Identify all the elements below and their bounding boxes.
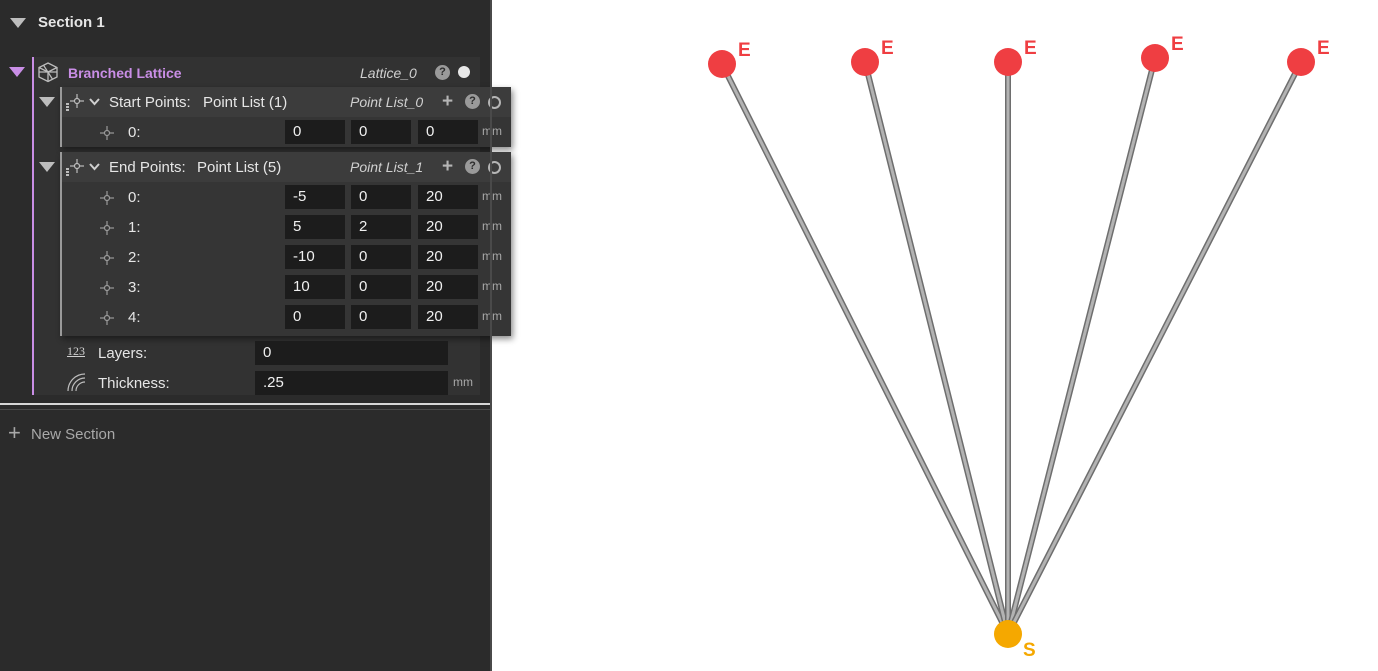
- end-points-collapse-icon[interactable]: [39, 162, 55, 172]
- point-index: 3:: [128, 279, 141, 296]
- section-collapse-icon[interactable]: [10, 18, 26, 28]
- lattice-cube-icon: [38, 62, 58, 83]
- end-point-marker[interactable]: [994, 48, 1022, 76]
- end-point-z-input[interactable]: [418, 245, 478, 269]
- start-point-x-input[interactable]: [285, 120, 345, 144]
- end-point-x-input[interactable]: [285, 305, 345, 329]
- end-point-label: E: [1171, 34, 1184, 55]
- end-point-x-input[interactable]: [285, 275, 345, 299]
- unit-label: mm: [453, 375, 473, 389]
- end-point-x-input[interactable]: [285, 245, 345, 269]
- end-point-z-input[interactable]: [418, 215, 478, 239]
- strut: [863, 60, 1010, 636]
- end-point-x-input[interactable]: [285, 215, 345, 239]
- end-point-x-input[interactable]: [285, 185, 345, 209]
- start-points-collapse-icon[interactable]: [39, 97, 55, 107]
- end-point-z-input[interactable]: [418, 305, 478, 329]
- point-icon: [100, 221, 114, 235]
- thickness-input[interactable]: [255, 371, 448, 395]
- end-points-expand-chevron-icon[interactable]: [89, 162, 100, 171]
- point-index: 0:: [128, 124, 141, 141]
- point-icon: [100, 311, 114, 325]
- end-point-y-input[interactable]: [351, 275, 411, 299]
- start-points-label: Start Points:: [109, 94, 191, 111]
- lattice-viewport[interactable]: E E E E E S: [492, 0, 1378, 671]
- lattice-help-icon[interactable]: ?: [435, 65, 450, 80]
- end-point-label: E: [738, 40, 751, 61]
- start-points-instance-name[interactable]: Point List_0: [350, 94, 423, 110]
- end-point-y-input[interactable]: [351, 305, 411, 329]
- layers-input[interactable]: [255, 341, 448, 365]
- end-points-type: Point List (5): [197, 159, 282, 176]
- lattice-collapse-icon[interactable]: [9, 67, 25, 77]
- end-point-markers: E E E E E: [708, 34, 1330, 78]
- end-point-marker[interactable]: [1287, 48, 1315, 76]
- end-points-add-icon[interactable]: +: [442, 157, 453, 176]
- layers-number-icon: 123: [67, 344, 85, 358]
- end-point-marker[interactable]: [851, 48, 879, 76]
- end-points-label: End Points:: [109, 159, 186, 176]
- plus-icon: +: [8, 420, 21, 445]
- start-point-markers: S: [994, 620, 1036, 661]
- thickness-icon: [67, 373, 86, 392]
- point-index: 2:: [128, 249, 141, 266]
- end-point-z-input[interactable]: [418, 275, 478, 299]
- thickness-label: Thickness:: [98, 375, 170, 392]
- start-point-z-input[interactable]: [418, 120, 478, 144]
- new-section-button[interactable]: + New Section: [8, 420, 148, 447]
- divider: [0, 403, 490, 405]
- end-point-marker[interactable]: [708, 50, 736, 78]
- start-point-label: S: [1023, 640, 1036, 661]
- lattice-instance-name[interactable]: Lattice_0: [360, 65, 417, 81]
- end-point-label: E: [1024, 38, 1037, 59]
- end-point-label: E: [1317, 38, 1330, 59]
- layers-label: Layers:: [98, 345, 148, 362]
- lattice-visibility-icon[interactable]: [458, 66, 470, 78]
- end-points-instance-name[interactable]: Point List_1: [350, 159, 423, 175]
- divider: [0, 409, 490, 410]
- point-list-icon: [66, 94, 84, 111]
- end-point-label: E: [881, 38, 894, 59]
- end-point-y-input[interactable]: [351, 215, 411, 239]
- start-point-marker[interactable]: [994, 620, 1022, 648]
- end-point-y-input[interactable]: [351, 185, 411, 209]
- start-points-help-icon[interactable]: ?: [465, 94, 480, 109]
- start-point-y-input[interactable]: [351, 120, 411, 144]
- start-points-expand-chevron-icon[interactable]: [89, 97, 100, 106]
- start-points-add-icon[interactable]: +: [442, 92, 453, 111]
- strut-group: [719, 55, 1304, 637]
- start-points-type: Point List (1): [203, 94, 288, 111]
- end-point-z-input[interactable]: [418, 185, 478, 209]
- properties-panel: Section 1 Branched Lattice Lattice_0 ? S…: [0, 0, 511, 671]
- strut: [1006, 56, 1157, 636]
- section-header[interactable]: Section 1: [0, 0, 490, 48]
- new-section-label: New Section: [31, 426, 116, 443]
- strut: [1006, 60, 1303, 636]
- point-index: 1:: [128, 219, 141, 236]
- end-point-y-input[interactable]: [351, 245, 411, 269]
- point-index: 0:: [128, 189, 141, 206]
- end-points-help-icon[interactable]: ?: [465, 159, 480, 174]
- point-icon: [100, 281, 114, 295]
- point-icon: [100, 191, 114, 205]
- point-icon: [100, 251, 114, 265]
- end-point-marker[interactable]: [1141, 44, 1169, 72]
- point-index: 4:: [128, 309, 141, 326]
- lattice-title: Branched Lattice: [68, 65, 182, 81]
- point-icon: [100, 126, 114, 140]
- strut: [720, 62, 1010, 636]
- point-list-icon: [66, 159, 84, 176]
- lattice-accent-bar: [32, 57, 34, 395]
- section-title: Section 1: [38, 14, 105, 31]
